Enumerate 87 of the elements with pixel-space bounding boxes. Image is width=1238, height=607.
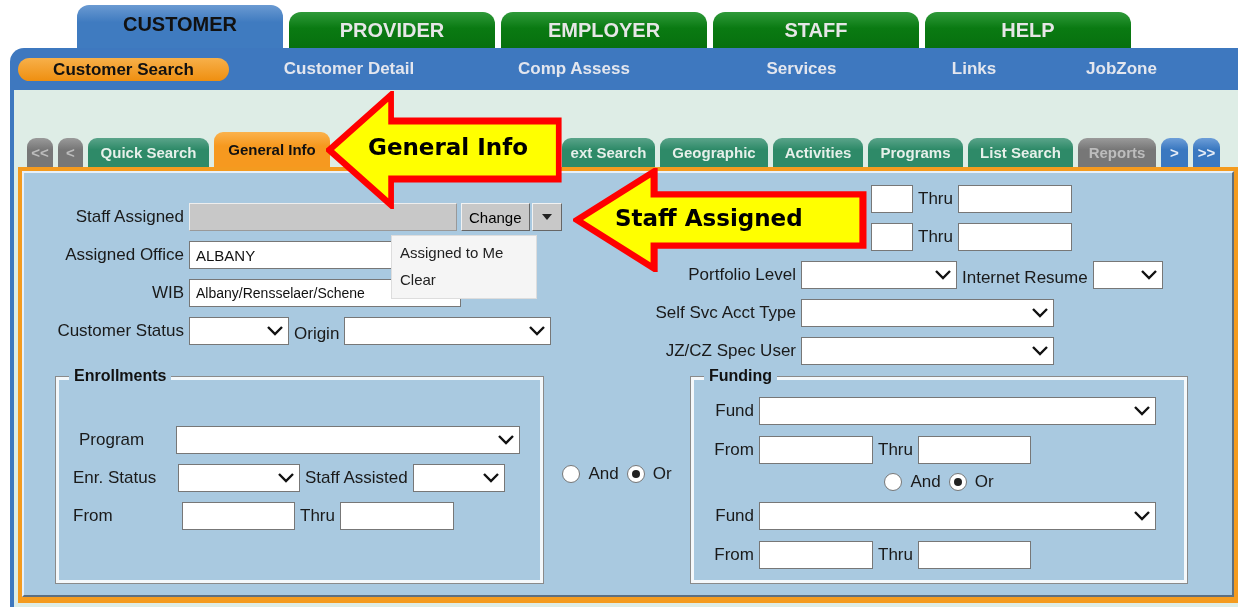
radio-button[interactable]: [562, 465, 581, 483]
radio-label: And: [910, 472, 941, 492]
chevron-down-icon: [278, 473, 294, 483]
select-field[interactable]: [178, 464, 300, 492]
sub-nav-item[interactable]: Customer Search: [18, 57, 229, 81]
field-label: From: [73, 506, 114, 526]
section-tab[interactable]: Quick Search: [88, 138, 209, 167]
field-label: Assigned Office: [64, 245, 184, 265]
input-field[interactable]: [957, 223, 1072, 251]
chevron-down-icon: [482, 473, 499, 483]
field-label: Staff Assisted: [305, 468, 408, 488]
select-field[interactable]: [176, 426, 520, 454]
chevron-down-icon: [935, 270, 951, 280]
select-field[interactable]: [344, 317, 552, 345]
input-field[interactable]: [339, 502, 454, 530]
input-field[interactable]: [759, 541, 873, 569]
radio-label: Or: [974, 472, 994, 492]
radio-label: Or: [652, 464, 672, 484]
input-field[interactable]: [957, 185, 1072, 213]
input-field[interactable]: [871, 223, 913, 251]
input-field[interactable]: [917, 436, 1031, 464]
section-tab[interactable]: Geographic: [660, 138, 768, 167]
radio-button[interactable]: [626, 465, 645, 483]
chevron-down-icon: [1134, 511, 1150, 521]
radio-button[interactable]: [884, 473, 903, 491]
chevron-down-icon: [498, 435, 514, 445]
select-field[interactable]: [801, 337, 1054, 365]
section-tab[interactable]: ext Search: [562, 138, 655, 167]
input-field[interactable]: [917, 541, 1031, 569]
chevron-down-icon: [267, 326, 283, 336]
field-label: Program: [79, 430, 146, 450]
field-label: Self Svc Acct Type: [654, 303, 796, 323]
field-label: Internet Resume: [962, 267, 1088, 288]
select-field[interactable]: [189, 317, 289, 345]
field-label: Fund: [714, 401, 754, 421]
section-tab[interactable]: >>: [1193, 138, 1220, 167]
field-label: Staff Assigned: [74, 207, 184, 227]
chevron-down-icon: [1140, 270, 1157, 280]
sub-nav-item[interactable]: Services: [679, 59, 924, 79]
select-field[interactable]: [759, 502, 1156, 530]
chevron-down-icon: [1134, 406, 1150, 416]
callout-label: Staff Assigned: [615, 205, 803, 231]
main-tab[interactable]: HELP: [925, 12, 1131, 48]
field-label: Thru: [918, 189, 953, 209]
sub-nav-item[interactable]: Comp Assess: [469, 59, 679, 79]
select-field[interactable]: [412, 464, 505, 492]
chevron-down-icon: [529, 326, 546, 336]
field-label: WIB: [150, 283, 184, 303]
chevron-down-icon: [1032, 308, 1048, 318]
field-label: Customer Status: [56, 321, 184, 341]
main-tab[interactable]: PROVIDER: [289, 12, 495, 48]
select-field[interactable]: [759, 397, 1156, 425]
field-label: Portfolio Level: [687, 265, 796, 285]
field-label: Origin: [294, 323, 340, 344]
callout-label: General Info: [368, 134, 528, 160]
field-label: Thru: [918, 227, 953, 247]
field-label: From: [713, 440, 754, 460]
field-label: Thru: [878, 440, 913, 460]
select-field[interactable]: [801, 299, 1054, 327]
select-field[interactable]: [1092, 261, 1163, 289]
section-tab[interactable]: General Info: [214, 132, 330, 167]
input-field[interactable]: [182, 502, 295, 530]
input-field[interactable]: [871, 185, 913, 213]
main-tab[interactable]: STAFF: [713, 12, 919, 48]
main-tab[interactable]: EMPLOYER: [501, 12, 707, 48]
main-tab[interactable]: CUSTOMER: [77, 5, 283, 48]
menu-button[interactable]: [531, 203, 562, 231]
caret-icon: [541, 214, 552, 220]
field-label: Fund: [714, 506, 754, 526]
sub-nav-item[interactable]: JobZone: [1024, 59, 1219, 79]
fieldset-title: Funding: [704, 367, 778, 385]
sub-nav-item[interactable]: Links: [924, 59, 1024, 79]
sub-nav-item[interactable]: Customer Detail: [229, 59, 469, 79]
field-label: Enr. Status: [73, 468, 158, 488]
field-label: JZ/CZ Spec User: [664, 341, 796, 361]
input-field[interactable]: [759, 436, 873, 464]
section-tab[interactable]: >: [1161, 138, 1188, 167]
chevron-down-icon: [1032, 346, 1048, 356]
section-tab[interactable]: Programs: [868, 138, 963, 167]
field-label: Thru: [878, 545, 913, 565]
field-label: Thru: [300, 506, 335, 526]
section-tab[interactable]: List Search: [968, 138, 1073, 167]
select-field[interactable]: [801, 261, 957, 289]
section-tab[interactable]: Activities: [773, 138, 863, 167]
field-label: From: [713, 545, 754, 565]
radio-button[interactable]: [948, 473, 967, 491]
radio-label: And: [588, 464, 619, 484]
